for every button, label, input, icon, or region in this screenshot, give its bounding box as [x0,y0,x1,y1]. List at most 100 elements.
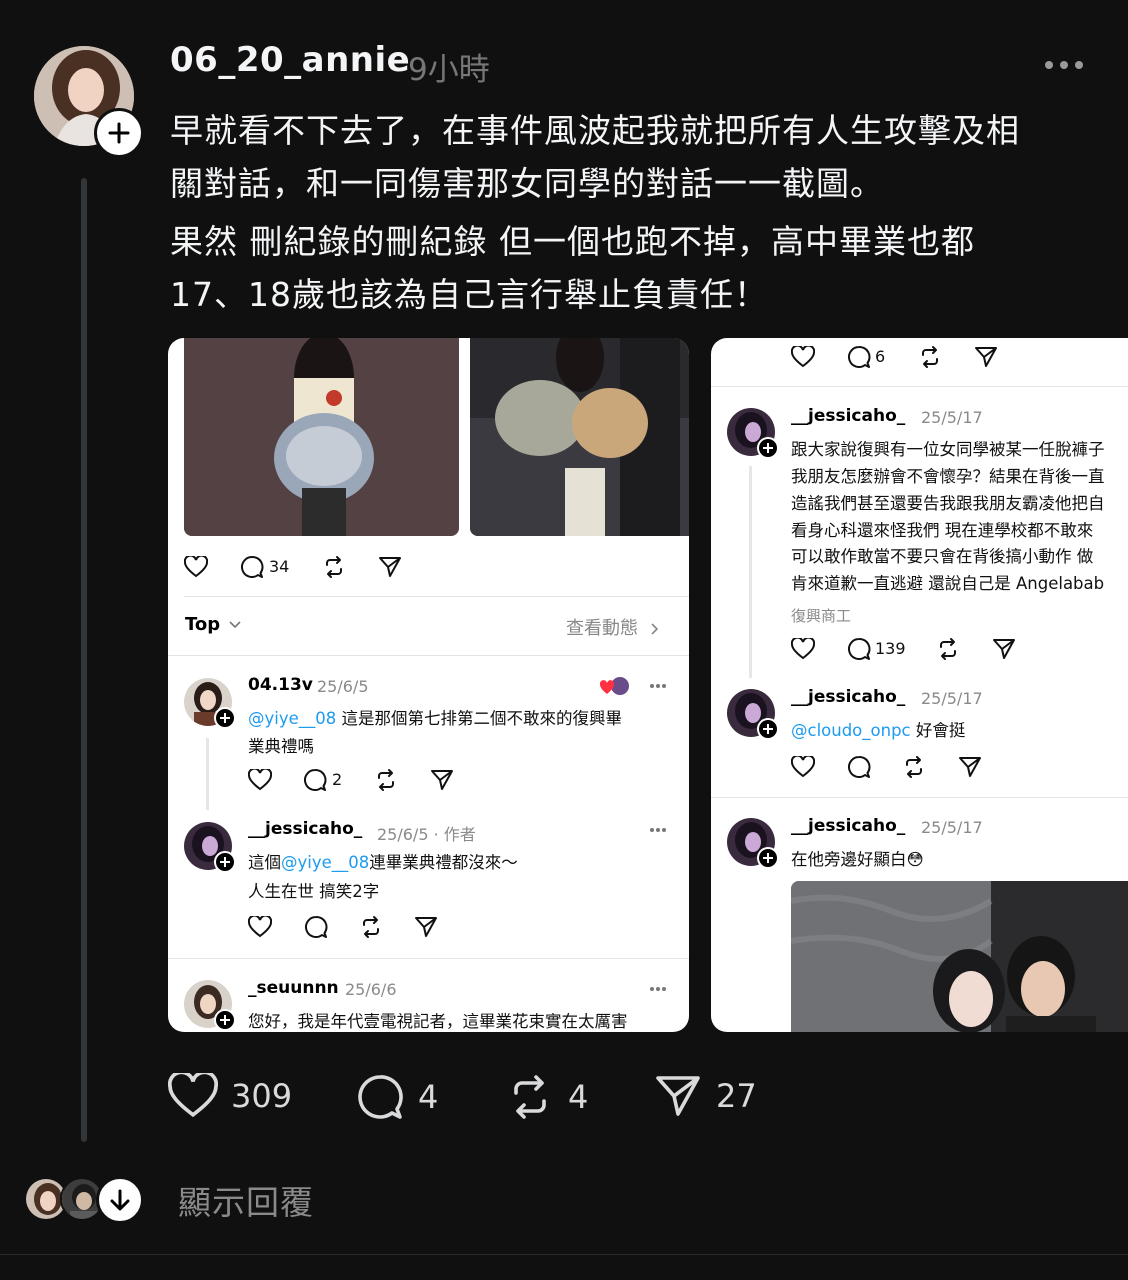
reply-username[interactable]: _seuunnn [248,978,339,998]
follow-plus-icon[interactable] [94,108,144,158]
post-username[interactable]: __jessicaho_ [791,406,905,426]
post-time: 9小時 [408,52,490,88]
repost-icon[interactable] [936,637,960,661]
repost-icon[interactable] [918,345,942,369]
reply-date: 25/6/6 [345,980,397,999]
like-icon[interactable] [791,756,815,778]
screenshot-card-right[interactable]: 6 __jessicaho_ 25/5/17 跟大家說復興有一位女同學被某一任脫… [711,338,1128,1032]
follow-plus-icon[interactable] [757,847,779,869]
comment-count: 6 [875,347,886,366]
photo-bouquet-2 [470,338,689,536]
like-icon[interactable] [184,556,208,578]
reply-text: 您好，我是年代壹電視記者，這畢業花束實在太厲害 [248,1012,628,1031]
like-button[interactable]: 309 [168,1073,292,1119]
post-date: 25/5/17 [921,818,983,837]
comment-count: 2 [332,770,343,789]
reply-date: 25/6/5 [317,677,369,696]
repost-button[interactable]: 4 [506,1073,588,1121]
post-text-line: 跟大家說復興有一位女同學被某一任脫褲子 [791,440,1105,459]
divider [0,1254,1128,1255]
reply-text: 人生在世 搞笑2字 [248,882,380,901]
like-count: 309 [231,1077,293,1115]
comment-icon[interactable] [847,755,871,779]
view-activity-link[interactable]: 查看動態 [566,614,660,640]
sort-label: Top [185,614,221,635]
repost-icon [506,1073,554,1121]
reply-text: 業典禮嗎 [248,737,314,756]
like-icon[interactable] [248,769,272,791]
like-icon[interactable] [791,346,815,368]
screenshot-card-left[interactable]: 34 Top 查看動態 04.13v 25/6/5 @yiye__08 這是那個… [168,338,689,1032]
repost-icon[interactable] [359,915,383,939]
follow-plus-icon[interactable] [214,851,236,873]
share-icon[interactable] [430,769,454,791]
post-text-line: 早就看不下去了，在事件風波起我就把所有人生攻擊及相 [170,111,1020,150]
chevron-right-icon [650,622,660,636]
reply-text: 這個@yiye__08連畢業典禮都沒來～ [248,853,518,872]
post-text-line: 看身心科還來怪我們 現在連學校都不敢來 [791,521,1094,540]
follow-plus-icon[interactable] [214,1009,236,1031]
post-date: 25/5/17 [921,408,983,427]
post-text-line: 果然 刪紀錄的刪紀錄 但一個也跑不掉，高中畢業也都 [170,222,975,261]
more-options-icon[interactable] [1044,60,1084,70]
post-text: 在他旁邊好顯白😳 [791,850,924,869]
post-text-line: 肯來道歉一直逃避 還說自己是 Angelabab [791,574,1105,593]
mention-link[interactable]: @yiye__08 [281,853,369,872]
share-icon[interactable] [414,916,438,938]
comment-icon [356,1073,404,1121]
post-text-line: 關對話，和一同傷害那女同學的對話一一截圖。 [170,164,884,203]
post-text-line: 造謠我們甚至還要告我跟我朋友霸凌他把自 [791,494,1105,513]
more-options-icon[interactable] [649,683,667,689]
topic-tag[interactable]: 復興商工 [791,605,851,626]
author-username[interactable]: 06_20_annie [170,40,410,80]
show-replies-link[interactable]: 顯示回覆 [178,1176,314,1224]
share-icon[interactable] [958,756,982,778]
comment-icon[interactable] [303,768,327,792]
repost-icon[interactable] [374,768,398,792]
heart-icon [168,1073,218,1119]
expand-replies-button[interactable] [96,1176,144,1224]
sort-dropdown[interactable]: Top [185,614,242,635]
comment-icon[interactable] [240,555,264,579]
arrow-down-icon [109,1188,131,1212]
like-icon[interactable] [248,916,272,938]
post-text-line: 我朋友怎麼辦會不會懷孕？結果在背後一直 [791,467,1105,486]
comment-count: 139 [875,639,906,658]
share-button[interactable]: 27 [654,1073,757,1119]
comment-icon[interactable] [847,637,871,661]
view-activity-label: 查看動態 [566,618,638,639]
repost-count: 4 [568,1078,589,1116]
post-username[interactable]: __jessicaho_ [791,687,905,707]
repost-icon[interactable] [902,755,926,779]
post-text-line: 17、18歲也該為自己言行舉止負責任！ [170,275,768,314]
comment-icon[interactable] [304,915,328,939]
thread-line [749,466,752,678]
post-text: @cloudo_onpc 好會挺 [791,721,966,740]
reply-username[interactable]: __jessicaho_ [248,819,362,839]
share-icon[interactable] [974,346,998,368]
comment-count: 34 [269,557,290,576]
reply-date: 25/6/5 · 作者 [377,825,476,844]
liked-by-author-icon [600,676,632,698]
like-icon[interactable] [791,638,815,660]
follow-plus-icon[interactable] [757,718,779,740]
mention-link[interactable]: @cloudo_onpc [791,721,911,740]
share-icon[interactable] [992,638,1016,660]
follow-plus-icon[interactable] [214,707,236,729]
post-username[interactable]: __jessicaho_ [791,816,905,836]
comment-button[interactable]: 4 [356,1073,438,1121]
comment-icon[interactable] [847,345,871,369]
repost-icon[interactable] [322,555,346,579]
more-options-icon[interactable] [649,986,667,992]
follow-plus-icon[interactable] [757,437,779,459]
more-options-icon[interactable] [649,827,667,833]
post-date: 25/5/17 [921,689,983,708]
chevron-down-icon [228,620,242,630]
reply-username[interactable]: 04.13v [248,675,313,695]
share-icon [654,1073,702,1119]
reply-text: @yiye__08 這是那個第七排第二個不敢來的復興畢 [248,709,623,728]
share-icon[interactable] [378,556,402,578]
mention-link[interactable]: @yiye__08 [248,709,336,728]
comment-count: 4 [418,1078,439,1116]
share-count: 27 [716,1077,757,1115]
